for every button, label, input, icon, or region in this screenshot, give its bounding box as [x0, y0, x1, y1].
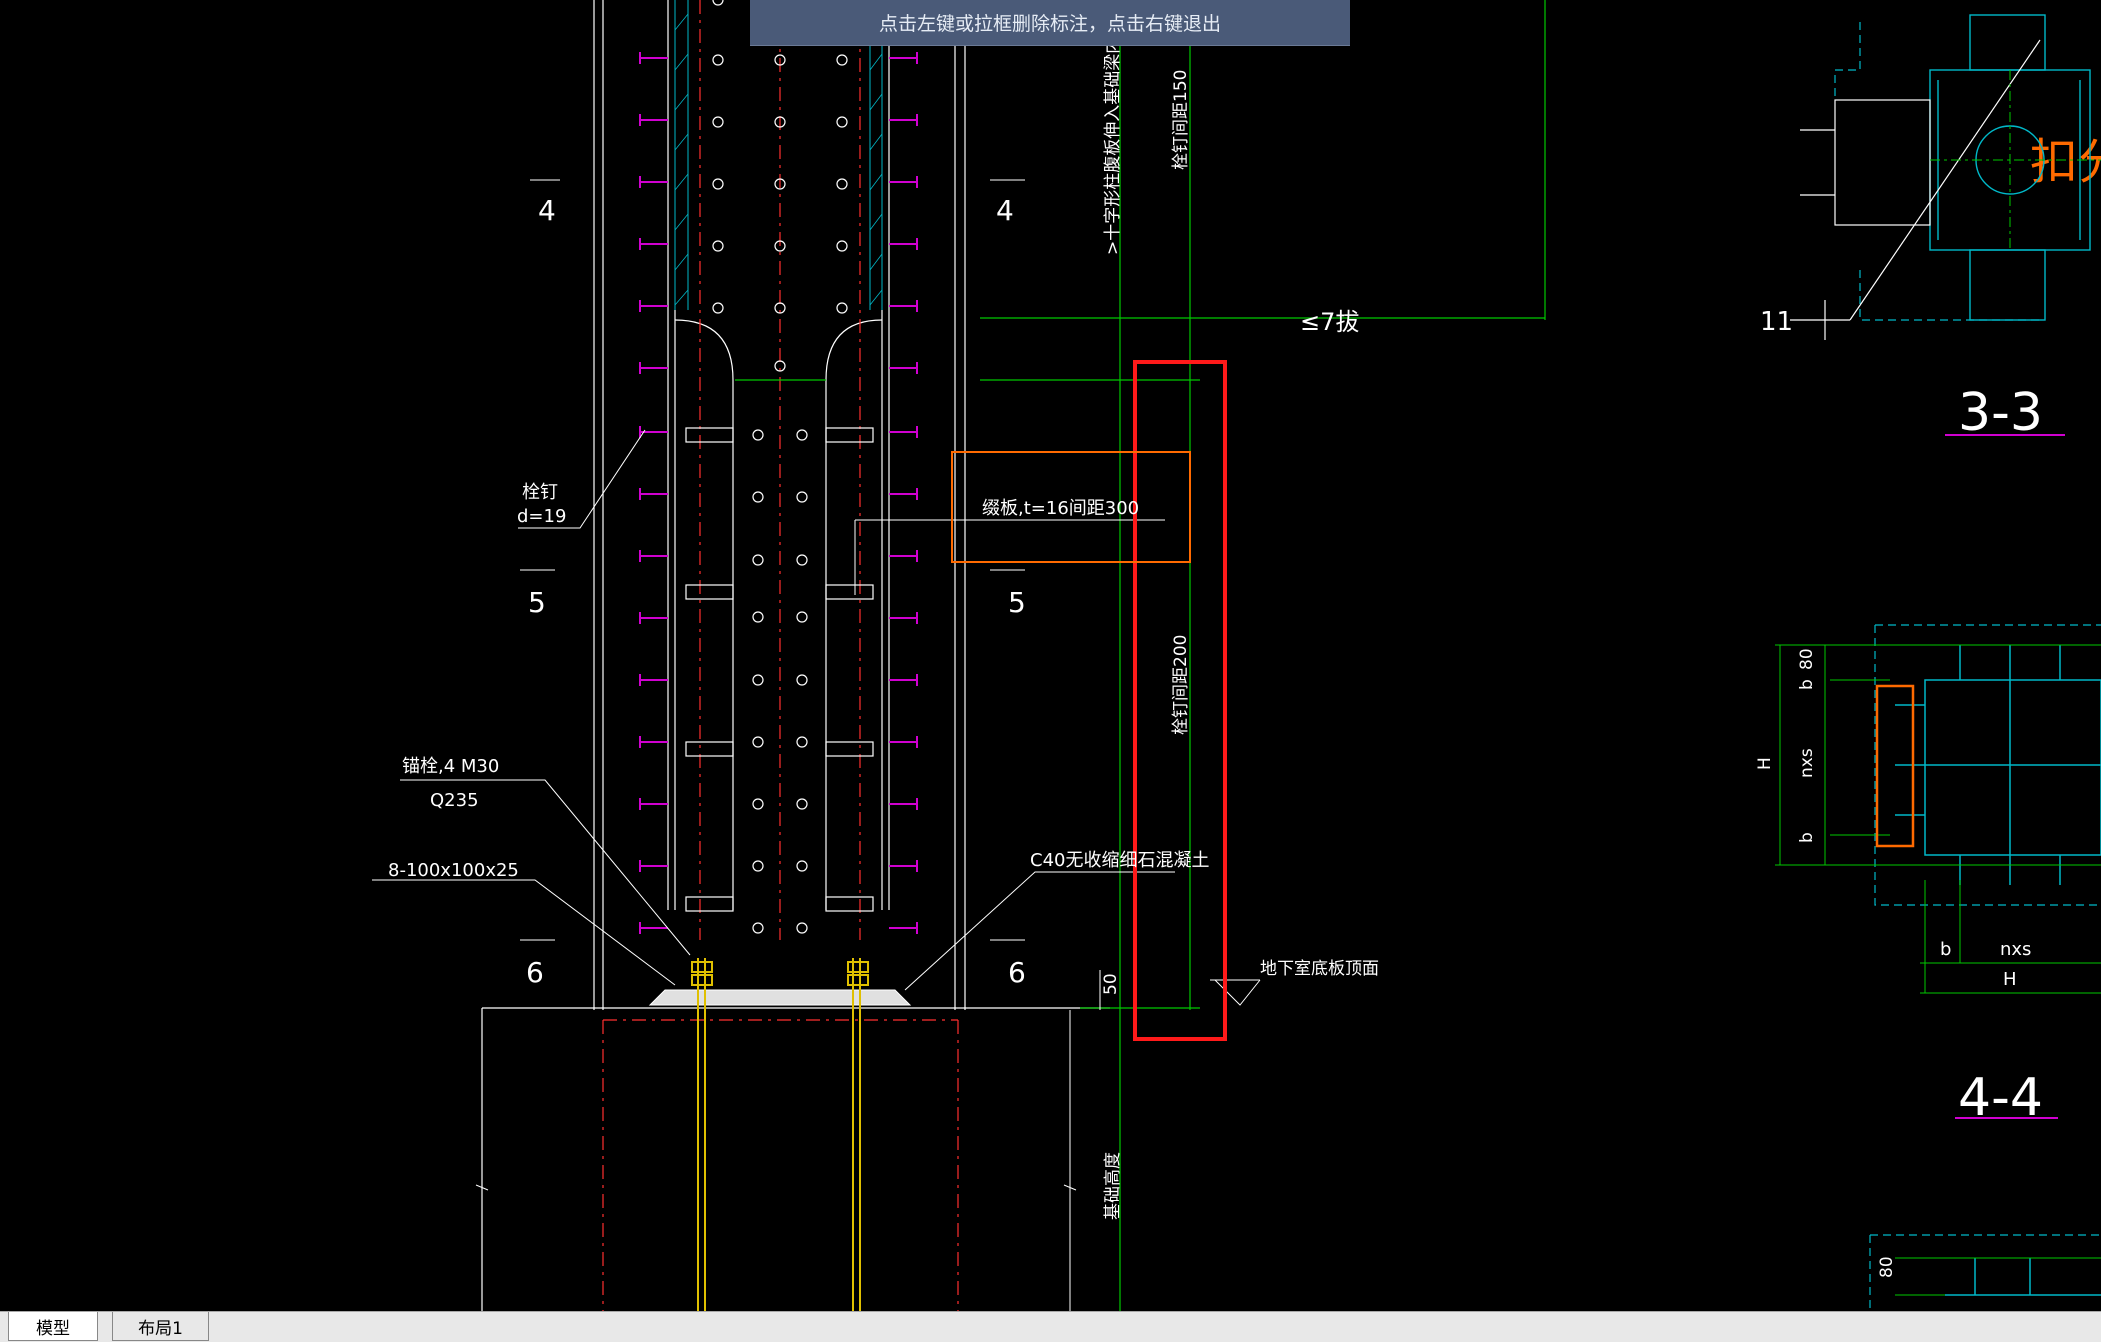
dim-H-bottom: H [2003, 969, 2017, 990]
tab-model[interactable]: 模型 [8, 1312, 98, 1341]
dim-80-top: 80 [1797, 648, 1817, 670]
tab-layout1[interactable]: 布局1 [112, 1312, 209, 1341]
weld-num-label: 11 [1760, 307, 1793, 337]
basement-floor-label: 地下室底板顶面 [1260, 959, 1379, 979]
layout-tab-bar: 模型 布局1 [0, 1311, 2101, 1342]
section-5-right: 5 [1008, 586, 1026, 619]
section-6-left: 6 [526, 956, 544, 989]
cad-drawing-canvas[interactable]: 4 4 5 5 6 6 栓钉 d=19 锚栓,4 M30 Q235 8-100x… [0, 0, 2101, 1311]
section-4-right: 4 [996, 194, 1014, 227]
grout-label: C40无收缩细石混凝土 [1030, 850, 1209, 871]
dim-50-label: 50 [1101, 973, 1121, 995]
section-4-left: 4 [538, 194, 556, 227]
batten-plate-label: 缀板,t=16间距300 [982, 498, 1139, 519]
dim-nxs-left: nxs [1797, 748, 1817, 778]
base-plate-label: 8-100x100x25 [388, 860, 519, 881]
status-banner: 点击左键或拉框删除标注，点击右键退出 [750, 0, 1350, 46]
stud-label: 栓钉 [522, 482, 558, 503]
stud-spacing-150: 栓钉间距150 [1171, 70, 1191, 170]
dim-80-bottom: 80 [1877, 1256, 1897, 1278]
dim-b-left: b [1797, 832, 1817, 843]
dim-b-bottom: b [1940, 939, 1951, 960]
dim-H-left: H [1755, 757, 1775, 770]
section-6-right: 6 [1008, 956, 1026, 989]
stud-d-label: d=19 [517, 506, 566, 527]
section-5-left: 5 [528, 586, 546, 619]
weld-note-label: ≤7拔 [1300, 308, 1359, 336]
anchor-bolt-label: 锚栓,4 M30 [402, 756, 499, 777]
dim-b-top: b [1797, 679, 1817, 690]
foundation-height-label: 基础高度 [1103, 1152, 1123, 1220]
dim-nxs-bottom: nxs [2000, 939, 2031, 960]
stud-spacing-200: 栓钉间距200 [1171, 635, 1191, 735]
anchor-grade-label: Q235 [430, 790, 479, 811]
